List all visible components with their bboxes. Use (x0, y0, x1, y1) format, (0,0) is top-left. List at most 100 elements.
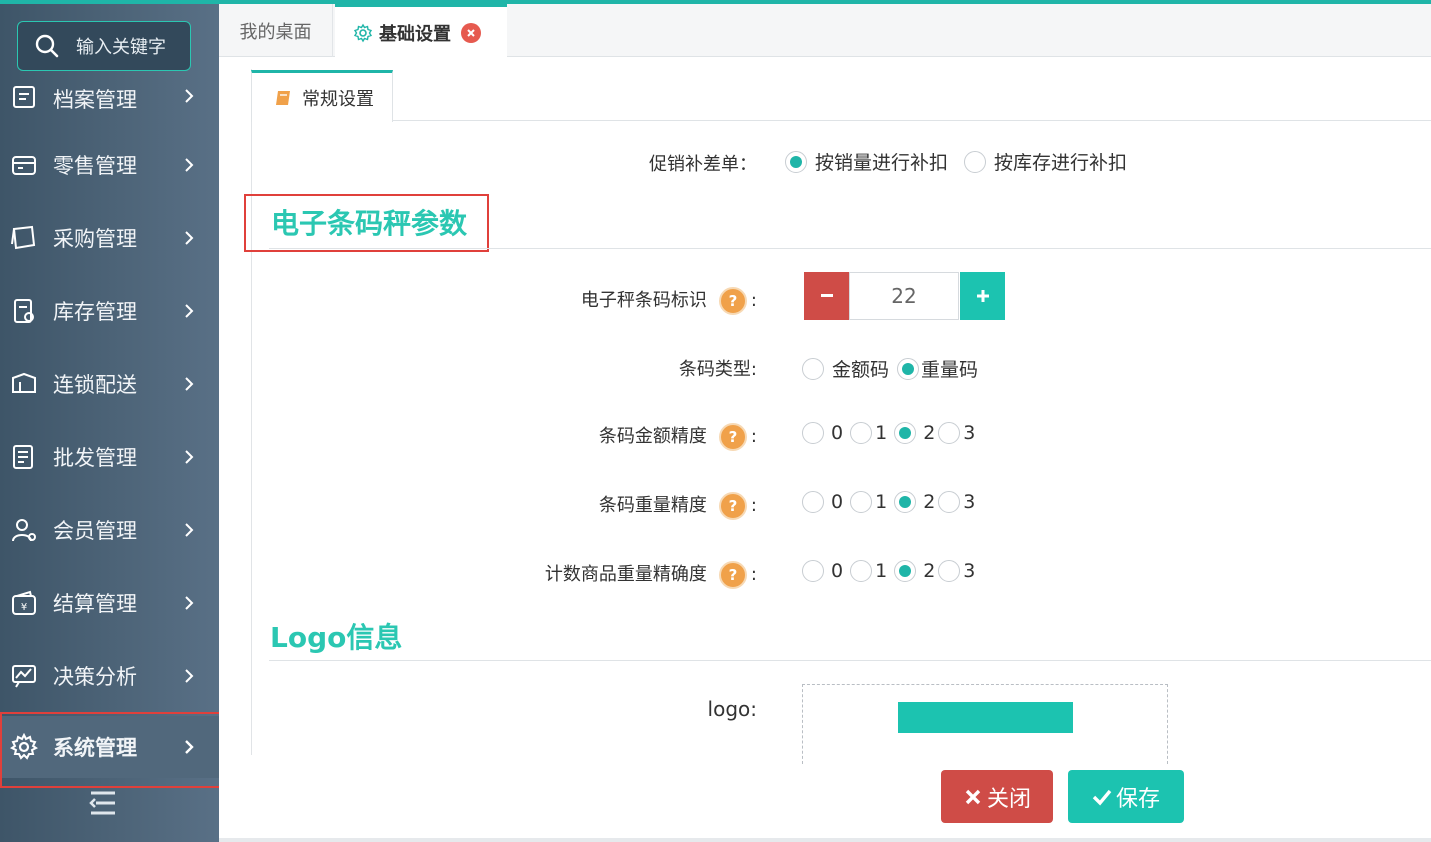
help-icon[interactable]: ? (718, 287, 747, 315)
barcode-type-label: 条码类型: (678, 359, 757, 380)
close-tab-icon[interactable] (461, 22, 481, 43)
radio-label: 1 (875, 560, 888, 582)
amount-precision-radio-group: 0 1 2 3 (802, 422, 975, 444)
field-label: 条码重量精度 (598, 495, 707, 516)
promo-label: 促销补差单： (649, 154, 757, 175)
subtab-label: 常规设置 (302, 88, 374, 110)
radio-option-0[interactable] (802, 491, 824, 513)
radio-amount-code[interactable] (802, 357, 824, 380)
help-icon[interactable]: ? (718, 561, 747, 589)
tab-desktop[interactable]: 我的桌面 (219, 4, 333, 57)
chevron-right-icon (185, 596, 194, 610)
radio-label: 1 (875, 422, 888, 444)
chevron-right-icon (185, 89, 194, 103)
colon: : (750, 495, 757, 516)
radio-option-1[interactable] (850, 422, 873, 444)
tab-bar: 我的桌面 基础设置 (219, 4, 1431, 58)
tab-label: 我的桌面 (239, 21, 312, 43)
help-icon[interactable]: ? (718, 492, 747, 520)
subtab-general[interactable]: 常规设置 (251, 70, 393, 122)
tab-basic-settings[interactable]: 基础设置 (335, 4, 507, 58)
chevron-right-icon (185, 158, 194, 172)
radio-label: 3 (963, 560, 976, 582)
radio-weight-code[interactable] (897, 357, 920, 380)
radio-label: 2 (923, 422, 936, 444)
logo-image (898, 702, 1073, 733)
sidebar-item-label: 结算管理 (53, 592, 137, 616)
sidebar-item-label: 档案管理 (53, 88, 137, 110)
search-placeholder: 输入关键字 (76, 37, 166, 58)
radio-label: 2 (923, 491, 936, 513)
radio-label: 3 (963, 422, 976, 444)
weight-precision-row-label: 条码重量精度?: (599, 491, 757, 520)
radio-by-sales[interactable] (785, 150, 807, 173)
radio-option-1[interactable] (850, 560, 873, 582)
save-button[interactable]: 保存 (1068, 770, 1184, 823)
analysis-icon (9, 661, 39, 691)
sidebar-item-wholesale[interactable]: 批发管理 (0, 427, 219, 487)
decrement-button[interactable] (804, 272, 849, 320)
field-label: 条码金额精度 (598, 426, 707, 447)
settlement-icon: ¥ (9, 588, 39, 618)
purchase-icon (9, 223, 39, 253)
radio-option-3[interactable] (938, 560, 961, 582)
panel-border (251, 69, 252, 755)
section-divider (269, 660, 1431, 661)
radio-label: 0 (831, 422, 844, 444)
radio-option-0[interactable] (802, 560, 824, 582)
chevron-right-icon (185, 523, 194, 537)
inventory-icon (9, 296, 39, 326)
radio-by-stock[interactable] (964, 150, 987, 173)
sidebar-item-retail[interactable]: 零售管理 (0, 135, 219, 195)
radio-label: 金额码 (832, 359, 890, 381)
radio-option-3[interactable] (938, 491, 961, 513)
radio-option-2[interactable] (894, 422, 917, 444)
increment-button[interactable] (960, 272, 1005, 320)
radio-option-2[interactable] (894, 491, 917, 513)
radio-option-0[interactable] (802, 422, 824, 444)
radio-label: 按销量进行补扣 (815, 152, 949, 174)
radio-label: 2 (923, 560, 936, 582)
colon: : (750, 426, 757, 447)
colon: : (750, 290, 757, 311)
delivery-icon (9, 369, 39, 399)
sidebar-item-member[interactable]: 会员管理 (0, 500, 219, 560)
field-label: 计数商品重量精确度 (544, 564, 707, 585)
radio-option-1[interactable] (850, 491, 873, 513)
radio-option-2[interactable] (894, 560, 917, 582)
sidebar-item-delivery[interactable]: 连锁配送 (0, 354, 219, 414)
check-icon (1092, 789, 1112, 806)
radio-label: 1 (875, 491, 888, 513)
promo-radio-group: 按销量进行补扣 按库存进行补扣 (785, 148, 1127, 175)
subtab-divider (251, 120, 1431, 121)
help-icon[interactable]: ? (718, 423, 747, 451)
sidebar-item-archive[interactable]: 档案管理 (0, 66, 219, 110)
member-icon (9, 515, 39, 545)
count-precision-radio-group: 0 1 2 3 (802, 560, 975, 582)
sidebar-item-label: 采购管理 (53, 227, 137, 251)
bottom-border (219, 838, 1431, 842)
sidebar-item-label: 库存管理 (53, 300, 137, 324)
sidebar-item-label: 批发管理 (53, 446, 137, 470)
sidebar-item-purchase[interactable]: 采购管理 (0, 208, 219, 268)
collapse-menu-icon[interactable] (88, 790, 118, 816)
sidebar-item-label: 零售管理 (53, 154, 137, 178)
sidebar-item-settlement[interactable]: ¥ 结算管理 (0, 573, 219, 633)
sidebar-item-inventory[interactable]: 库存管理 (0, 281, 219, 341)
amount-precision-row-label: 条码金额精度?: (599, 422, 757, 451)
radio-label: 3 (963, 491, 976, 513)
barcode-id-row-label: 电子秤条码标识?: (581, 286, 757, 315)
close-button[interactable]: 关闭 (941, 770, 1053, 823)
radio-option-3[interactable] (938, 422, 961, 444)
chevron-right-icon (185, 450, 194, 464)
register-icon (9, 150, 39, 180)
sidebar-search[interactable]: 输入关键字 (17, 21, 191, 71)
main-content: 常规设置 促销补差单： 按销量进行补扣 按库存进行补扣 电子条码秤参数 电子秤条… (219, 57, 1431, 839)
chevron-right-icon (185, 669, 194, 683)
colon: : (750, 564, 757, 585)
close-button-label: 关闭 (986, 786, 1031, 812)
barcode-id-input[interactable]: 22 (849, 272, 959, 320)
wholesale-icon (9, 442, 39, 472)
sidebar-item-analysis[interactable]: 决策分析 (0, 646, 219, 706)
search-icon (35, 34, 59, 58)
